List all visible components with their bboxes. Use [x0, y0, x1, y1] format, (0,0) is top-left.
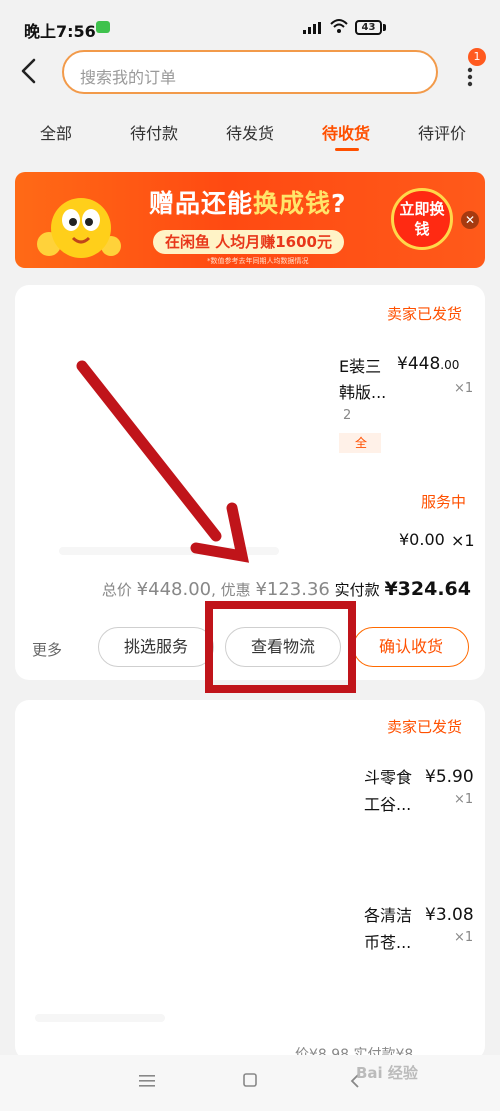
- watermark: Bai 经验: [356, 1064, 418, 1082]
- blurred-region: [59, 547, 279, 555]
- promo-banner[interactable]: 赠品还能换成钱? 在闲鱼 人均月赚1600元 *数值参考去年同期人均数据情况 立…: [15, 172, 485, 268]
- notification-badge: 1: [468, 48, 486, 66]
- search-placeholder: 搜索我的订单: [80, 68, 177, 87]
- system-nav-bar: [0, 1055, 500, 1111]
- discount-value: ¥123.36: [255, 579, 330, 600]
- product-title-line-1[interactable]: 各清洁: [364, 902, 412, 926]
- total-value: ¥448.00: [136, 579, 212, 600]
- confirm-receipt-button[interactable]: 确认收货: [353, 627, 469, 667]
- product-price: ¥5.90: [425, 767, 474, 787]
- mascot-icon: [37, 198, 121, 258]
- tab-pending-review[interactable]: 待评价: [418, 120, 466, 144]
- tab-all[interactable]: 全部: [40, 120, 72, 144]
- banner-title: 赠品还能换成钱?: [149, 184, 347, 220]
- more-link[interactable]: 更多: [32, 639, 62, 660]
- banner-cta-button[interactable]: 立即换钱: [391, 188, 453, 250]
- order-card: 卖家已发货 斗零食 工谷... ¥5.90 ×1 各清洁 币苍... ¥3.08…: [15, 700, 485, 1060]
- wechat-notification-icon: [96, 21, 110, 33]
- product-price: ¥448.00: [397, 354, 459, 374]
- tab-pending-payment[interactable]: 待付款: [130, 120, 178, 144]
- banner-title-part-b: 换成钱: [253, 189, 332, 218]
- order-status: 卖家已发货: [387, 718, 463, 736]
- blurred-region: [35, 1014, 165, 1022]
- service-status: 服务中: [421, 493, 467, 511]
- status-bar: 晚上7:56 43: [0, 0, 500, 46]
- product-title-line-1[interactable]: E装三: [339, 353, 381, 377]
- banner-title-part-c: ?: [331, 189, 347, 218]
- order-card: 卖家已发货 E装三 韩版... 2 全 ¥448.00 ×1 服务中 ¥0.00…: [15, 285, 485, 680]
- product-spec: 2: [343, 408, 352, 423]
- battery-tip: [383, 24, 386, 31]
- tab-pending-receipt[interactable]: 待收货: [322, 120, 370, 144]
- product-title-line-2[interactable]: 币苍...: [364, 929, 411, 953]
- back-arrow-icon[interactable]: [14, 54, 44, 88]
- service-price: ¥0.00: [399, 530, 445, 549]
- product-title-line-1[interactable]: 斗零食: [364, 764, 412, 788]
- paid-label: 实付款: [334, 581, 380, 599]
- paid-value: ¥324.64: [384, 578, 471, 600]
- product-title-line-2[interactable]: 工谷...: [364, 791, 411, 815]
- tab-pending-shipment[interactable]: 待发货: [226, 120, 274, 144]
- status-time: 晚上7:56: [24, 22, 96, 41]
- search-input[interactable]: 搜索我的订单: [62, 50, 438, 94]
- product-qty: ×1: [454, 792, 474, 807]
- product-qty: ×1: [454, 930, 474, 945]
- product-qty: ×1: [454, 381, 474, 396]
- wifi-icon: [330, 19, 348, 33]
- signal-icon: [303, 22, 321, 34]
- top-bar: 搜索我的订单 1: [0, 46, 500, 102]
- service-qty: ×1: [451, 531, 475, 550]
- order-status: 卖家已发货: [387, 305, 463, 323]
- battery-icon: 43: [355, 20, 382, 35]
- active-tab-indicator: [335, 148, 359, 151]
- banner-close-icon[interactable]: ✕: [461, 211, 479, 229]
- discount-label: , 优惠: [211, 581, 251, 599]
- product-price-dec: .00: [440, 358, 460, 372]
- home-icon[interactable]: [243, 1073, 257, 1087]
- order-tabs: 全部 待付款 待发货 待收货 待评价: [0, 110, 500, 154]
- product-tag: 全: [339, 433, 381, 453]
- select-service-button[interactable]: 挑选服务: [98, 627, 214, 667]
- banner-note: *数值参考去年同期人均数据情况: [207, 257, 309, 265]
- menu-icon[interactable]: [139, 1074, 155, 1088]
- view-logistics-button[interactable]: 查看物流: [225, 627, 341, 667]
- product-title-line-2[interactable]: 韩版...: [339, 379, 386, 403]
- banner-title-part-a: 赠品还能: [149, 189, 254, 218]
- order-total: 总价 ¥448.00, 优惠 ¥123.36 实付款 ¥324.64: [15, 578, 471, 600]
- product-price: ¥3.08: [425, 905, 474, 925]
- total-label: 总价: [101, 581, 132, 599]
- banner-subtitle: 在闲鱼 人均月赚1600元: [153, 230, 344, 254]
- product-price-int: ¥448: [397, 354, 441, 374]
